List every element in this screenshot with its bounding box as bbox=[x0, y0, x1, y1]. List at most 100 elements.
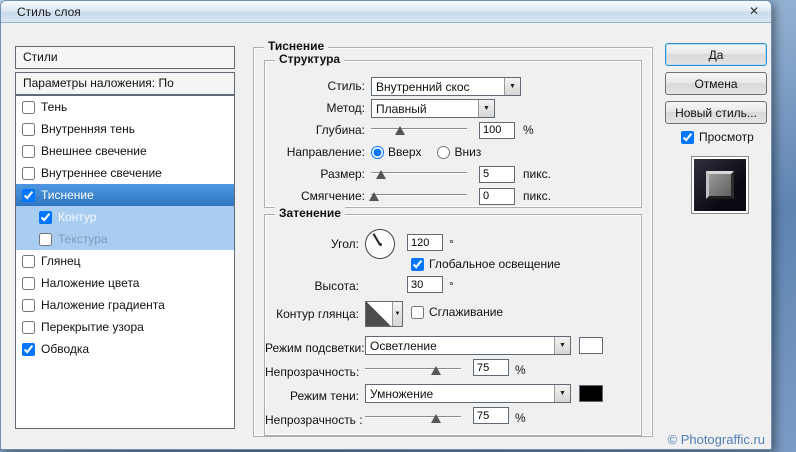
direction-down-radio[interactable]: Вниз bbox=[437, 145, 481, 159]
style-item-bevel-emboss[interactable]: Тиснение bbox=[16, 184, 234, 206]
size-input[interactable] bbox=[479, 165, 515, 183]
style-item-color-overlay[interactable]: Наложение цвета bbox=[16, 272, 234, 294]
soften-input[interactable] bbox=[479, 187, 515, 205]
blending-options-item[interactable]: Параметры наложения: По умолчанию bbox=[15, 72, 235, 111]
direction-down-radio-input[interactable] bbox=[437, 145, 451, 159]
antialiased-label: Сглаживание bbox=[429, 305, 504, 319]
style-item-outer-glow[interactable]: Внешнее свечение bbox=[16, 140, 234, 162]
style-item-gradient-overlay-checkbox[interactable] bbox=[22, 298, 35, 312]
style-item-outer-glow-checkbox[interactable] bbox=[22, 144, 35, 158]
antialiased-checkbox[interactable]: Сглаживание bbox=[411, 305, 503, 319]
highlight-opacity-unit: % bbox=[515, 363, 526, 377]
direction-up-radio[interactable]: Вверх bbox=[371, 145, 421, 159]
cancel-button[interactable]: Отмена bbox=[665, 72, 767, 95]
highlight-mode-label: Режим подсветки: bbox=[265, 341, 365, 355]
direction-up-radio-input[interactable] bbox=[371, 145, 384, 159]
slider-thumb[interactable] bbox=[375, 170, 386, 179]
style-item-satin-checkbox[interactable] bbox=[22, 254, 35, 268]
shadow-opacity-input[interactable] bbox=[473, 407, 509, 424]
highlight-opacity-input[interactable] bbox=[473, 359, 509, 376]
highlight-mode-select[interactable]: Осветление ▼ bbox=[365, 336, 571, 355]
altitude-input[interactable] bbox=[407, 276, 443, 293]
method-label: Метод: bbox=[326, 101, 365, 115]
new-style-button[interactable]: Новый стиль... bbox=[665, 101, 767, 124]
styles-header[interactable]: Стили bbox=[15, 46, 235, 69]
highlight-color-swatch[interactable] bbox=[579, 337, 603, 354]
shading-legend: Затенение bbox=[275, 206, 345, 220]
depth-row: Глубина: % bbox=[271, 119, 635, 141]
style-item-shadow[interactable]: Тень bbox=[16, 96, 234, 118]
soften-slider[interactable] bbox=[368, 188, 467, 204]
structure-legend: Структура bbox=[275, 52, 345, 66]
gloss-contour-picker[interactable]: ▼ bbox=[365, 301, 403, 327]
desktop-background: Стиль слоя ✕ Стили Параметры наложения: … bbox=[0, 0, 796, 452]
close-icon[interactable]: ✕ bbox=[749, 4, 759, 18]
style-item-label: Обводка bbox=[41, 342, 90, 356]
angle-label: Угол: bbox=[331, 237, 359, 251]
slider-thumb[interactable] bbox=[368, 192, 379, 201]
style-item-contour-checkbox[interactable] bbox=[39, 210, 52, 224]
style-item-stroke[interactable]: Обводка bbox=[16, 338, 234, 360]
size-slider[interactable] bbox=[371, 166, 467, 182]
shadow-color-swatch[interactable] bbox=[579, 385, 603, 402]
direction-row: Направление: Вверх Вниз bbox=[271, 141, 635, 163]
slider-track bbox=[365, 368, 461, 370]
style-item-texture-checkbox[interactable] bbox=[39, 232, 52, 246]
size-label: Размер: bbox=[320, 167, 365, 181]
chevron-down-icon: ▼ bbox=[478, 99, 494, 117]
style-item-stroke-checkbox[interactable] bbox=[22, 342, 35, 356]
style-item-color-overlay-checkbox[interactable] bbox=[22, 276, 35, 290]
preview-thumbnail bbox=[691, 156, 749, 214]
style-item-inner-shadow-checkbox[interactable] bbox=[22, 122, 35, 136]
global-light-checkbox[interactable]: Глобальное освещение bbox=[411, 257, 560, 271]
chevron-down-icon: ▼ bbox=[554, 385, 570, 402]
angle-dial-center bbox=[378, 242, 382, 246]
shadow-opacity-slider[interactable] bbox=[365, 410, 461, 426]
shadow-mode-select[interactable]: Умножение ▼ bbox=[365, 384, 571, 403]
style-item-satin[interactable]: Глянец bbox=[16, 250, 234, 272]
shadow-mode-label: Режим тени: bbox=[289, 389, 359, 403]
soften-unit: пикс. bbox=[523, 189, 551, 203]
highlight-opacity-slider[interactable] bbox=[365, 362, 461, 378]
style-item-pattern-overlay[interactable]: Перекрытие узора bbox=[16, 316, 234, 338]
style-item-label: Внешнее свечение bbox=[41, 144, 147, 158]
preview-checkbox[interactable]: Просмотр bbox=[681, 130, 767, 144]
style-item-gradient-overlay[interactable]: Наложение градиента bbox=[16, 294, 234, 316]
soften-row: Смягчение: пикс. bbox=[271, 185, 635, 207]
titlebar[interactable]: Стиль слоя ✕ bbox=[1, 1, 771, 23]
style-item-inner-shadow[interactable]: Внутренняя тень bbox=[16, 118, 234, 140]
slider-thumb[interactable] bbox=[394, 126, 405, 135]
angle-dial[interactable] bbox=[365, 229, 395, 259]
style-item-texture[interactable]: Текстура bbox=[16, 228, 234, 250]
styles-sidebar: Стили Параметры наложения: По умолчанию … bbox=[15, 46, 235, 429]
style-item-pattern-overlay-checkbox[interactable] bbox=[22, 320, 35, 334]
panel-title: Тиснение bbox=[264, 39, 329, 53]
bevel-style-select-value: Внутренний скос bbox=[376, 79, 470, 94]
angle-input[interactable] bbox=[407, 234, 443, 251]
bevel-emboss-panel: Тиснение Структура Стиль: Внутренний ско… bbox=[253, 39, 653, 437]
chevron-down-icon: ▼ bbox=[392, 302, 402, 326]
antialiased-checkbox-input[interactable] bbox=[411, 305, 424, 319]
style-item-contour[interactable]: Контур bbox=[16, 206, 234, 228]
slider-thumb[interactable] bbox=[431, 366, 442, 375]
slider-thumb[interactable] bbox=[431, 414, 442, 423]
style-item-label: Глянец bbox=[41, 254, 81, 268]
bevel-style-select[interactable]: Внутренний скос ▼ bbox=[371, 76, 521, 96]
ok-button[interactable]: Да bbox=[665, 43, 767, 66]
style-item-shadow-checkbox[interactable] bbox=[22, 100, 35, 114]
preview-checkbox-input[interactable] bbox=[681, 130, 694, 144]
depth-slider[interactable] bbox=[371, 122, 467, 138]
global-light-checkbox-input[interactable] bbox=[411, 257, 424, 271]
technique-select[interactable]: Плавный ▼ bbox=[371, 98, 495, 118]
style-item-bevel-emboss-checkbox[interactable] bbox=[22, 188, 35, 202]
style-item-inner-glow[interactable]: Внутреннее свечение bbox=[16, 162, 234, 184]
shadow-opacity-unit: % bbox=[515, 411, 526, 425]
depth-input[interactable] bbox=[479, 121, 515, 139]
shading-group: Затенение Угол: ° Глобальное освещение В… bbox=[264, 206, 642, 436]
chevron-down-icon: ▼ bbox=[554, 337, 570, 354]
style-item-inner-glow-checkbox[interactable] bbox=[22, 166, 35, 180]
preview-thumbnail-background bbox=[694, 159, 746, 211]
window-title: Стиль слоя bbox=[17, 5, 81, 19]
direction-down-label: Вниз bbox=[454, 145, 482, 159]
technique-select-value: Плавный bbox=[376, 101, 427, 116]
